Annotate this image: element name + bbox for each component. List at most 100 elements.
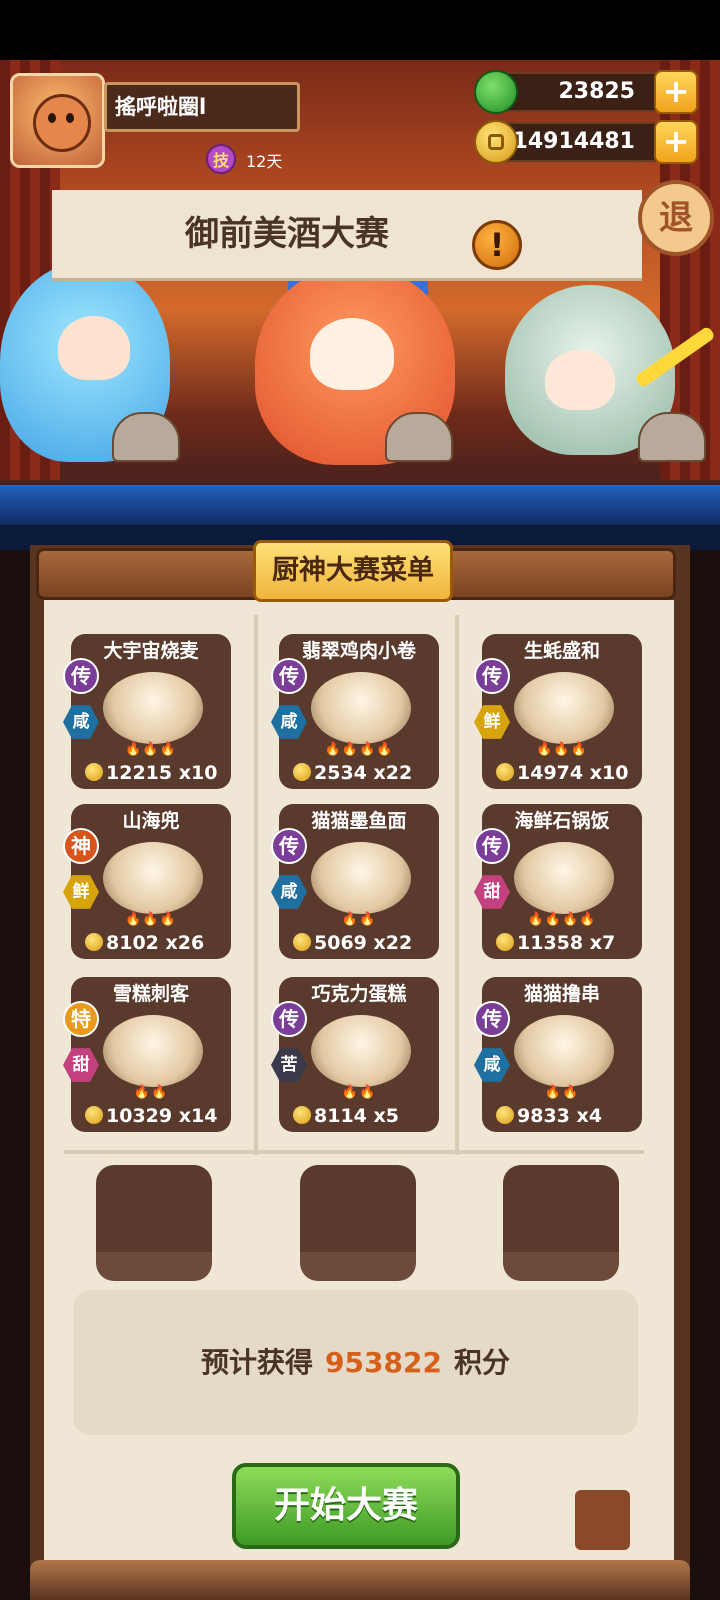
tech-days: 12天 (246, 152, 283, 171)
dish-image (311, 1015, 411, 1087)
coin-icon (474, 120, 518, 164)
event-title: 御前美酒大赛 (185, 214, 389, 254)
dish-image (103, 842, 203, 914)
empty-slot[interactable] (96, 1165, 212, 1281)
add-jade-button[interactable]: + (654, 70, 698, 114)
board-bottom-edge (30, 1560, 690, 1600)
price-value: 8114 (314, 1105, 367, 1127)
dish-price: 8102 x26 (85, 932, 204, 954)
start-contest-button[interactable]: 开始大赛 (232, 1463, 460, 1549)
estimate-unit: 积分 (453, 1346, 510, 1379)
dish-quantity: x7 (589, 932, 616, 954)
dish-quantity: x5 (373, 1105, 399, 1127)
empty-slot[interactable] (503, 1165, 619, 1281)
price-value: 9833 (517, 1105, 570, 1127)
dish-card[interactable]: 巧克力蛋糕 🔥🔥 传苦 8114 x5 (271, 977, 439, 1132)
utensil-pot-icon (575, 1490, 630, 1550)
row-divider (64, 1150, 644, 1154)
fire-icons: 🔥🔥 (133, 1085, 169, 1100)
rarity-badge: 传 (474, 658, 510, 694)
alert-icon[interactable]: ! (472, 220, 522, 270)
estimate-label: 预计获得 (201, 1346, 314, 1379)
dish-price: 14974 x10 (496, 762, 628, 784)
dish-card[interactable]: 翡翠鸡肉小卷 🔥🔥🔥🔥 传咸 2534 x22 (271, 634, 439, 789)
rarity-badge: 传 (474, 828, 510, 864)
dish-card[interactable]: 山海兜 🔥🔥🔥 神鲜 8102 x26 (63, 804, 231, 959)
dish-name: 猫猫撸串 (523, 983, 600, 1005)
cake-icon (112, 412, 180, 462)
column-divider (455, 615, 459, 1155)
dish-image (514, 672, 614, 744)
dish-image (311, 672, 411, 744)
dish-image (514, 1015, 614, 1087)
dish-image (311, 842, 411, 914)
add-coins-button[interactable]: + (654, 120, 698, 164)
dish-quantity: x4 (576, 1105, 602, 1127)
dish-name: 翡翠鸡肉小卷 (301, 640, 416, 662)
dish-quantity: x22 (373, 932, 413, 954)
dish-price: 5069 x22 (293, 932, 412, 954)
status-bar (0, 0, 720, 60)
dish-card[interactable]: 雪糕刺客 🔥🔥 特甜 10329 x14 (63, 977, 231, 1132)
dish-card[interactable]: 海鲜石锅饭 🔥🔥🔥🔥 传甜 11358 x7 (474, 804, 642, 959)
dish-card[interactable]: 大宇宙烧麦 🔥🔥🔥 传咸 12215 x10 (63, 634, 231, 789)
dish-price: 9833 x4 (496, 1105, 602, 1127)
dish-price: 10329 x14 (85, 1105, 217, 1127)
fire-icons: 🔥🔥🔥🔥 (527, 912, 597, 927)
dish-card[interactable]: 猫猫墨鱼面 🔥🔥 传咸 5069 x22 (271, 804, 439, 959)
dish-image (103, 672, 203, 744)
coin-icon (293, 763, 311, 781)
rarity-badge: 传 (271, 1001, 307, 1037)
fire-icons: 🔥🔥 (544, 1085, 580, 1100)
rarity-badge: 特 (63, 1001, 99, 1037)
jade-icon (474, 70, 518, 114)
dish-card[interactable]: 猫猫撸串 🔥🔥 传咸 9833 x4 (474, 977, 642, 1132)
rarity-badge: 传 (271, 658, 307, 694)
rarity-badge: 传 (474, 1001, 510, 1037)
dish-quantity: x10 (589, 762, 629, 784)
fire-icons: 🔥🔥 (341, 1085, 377, 1100)
dish-card[interactable]: 生蚝盛和 🔥🔥🔥 传鲜 14974 x10 (474, 634, 642, 789)
dish-name: 生蚝盛和 (523, 640, 600, 662)
avatar-face (33, 94, 91, 152)
player-name: 搖呼啦圈l (104, 82, 300, 132)
coin-icon (85, 933, 103, 951)
coin-icon (293, 933, 311, 951)
fire-icons: 🔥🔥🔥🔥 (324, 742, 394, 757)
dish-name: 巧克力蛋糕 (311, 983, 407, 1005)
character-left-face (58, 316, 130, 380)
rarity-badge: 传 (63, 658, 99, 694)
dish-name: 雪糕刺客 (112, 983, 189, 1005)
price-value: 8102 (106, 932, 159, 954)
dish-quantity: x10 (178, 762, 218, 784)
price-value: 11358 (517, 932, 584, 954)
stage-light (0, 485, 720, 525)
tech-icon[interactable]: 技 (206, 144, 236, 174)
dish-name: 大宇宙烧麦 (103, 640, 199, 662)
empty-slot[interactable] (300, 1165, 416, 1281)
price-value: 10329 (106, 1105, 173, 1127)
price-value: 14974 (517, 762, 584, 784)
menu-title: 厨神大赛菜单 (253, 540, 453, 602)
dish-quantity: x22 (373, 762, 413, 784)
dish-price: 11358 x7 (496, 932, 615, 954)
dish-price: 8114 x5 (293, 1105, 399, 1127)
game-screen: 搖呼啦圈l 技 12天 23825 + 14914481 + 御前美酒大赛 ! … (0, 0, 720, 1600)
fire-icons: 🔥🔥🔥 (125, 742, 177, 757)
coin-icon (496, 763, 514, 781)
rarity-badge: 传 (271, 828, 307, 864)
avatar[interactable] (10, 73, 105, 168)
dish-image (514, 842, 614, 914)
price-value: 5069 (314, 932, 367, 954)
avatar-eye (48, 113, 56, 123)
fire-icons: 🔥🔥 (341, 912, 377, 927)
dish-quantity: x14 (178, 1105, 218, 1127)
dish-name: 猫猫墨鱼面 (311, 810, 407, 832)
avatar-eye (66, 113, 74, 123)
estimate-points: 953822 (325, 1346, 442, 1379)
exit-button[interactable]: 退 (638, 180, 714, 256)
dish-name: 山海兜 (122, 810, 180, 832)
estimate-text: 预计获得 953822 积分 (73, 1290, 638, 1435)
column-divider (254, 615, 258, 1155)
coin-icon (293, 1106, 311, 1124)
